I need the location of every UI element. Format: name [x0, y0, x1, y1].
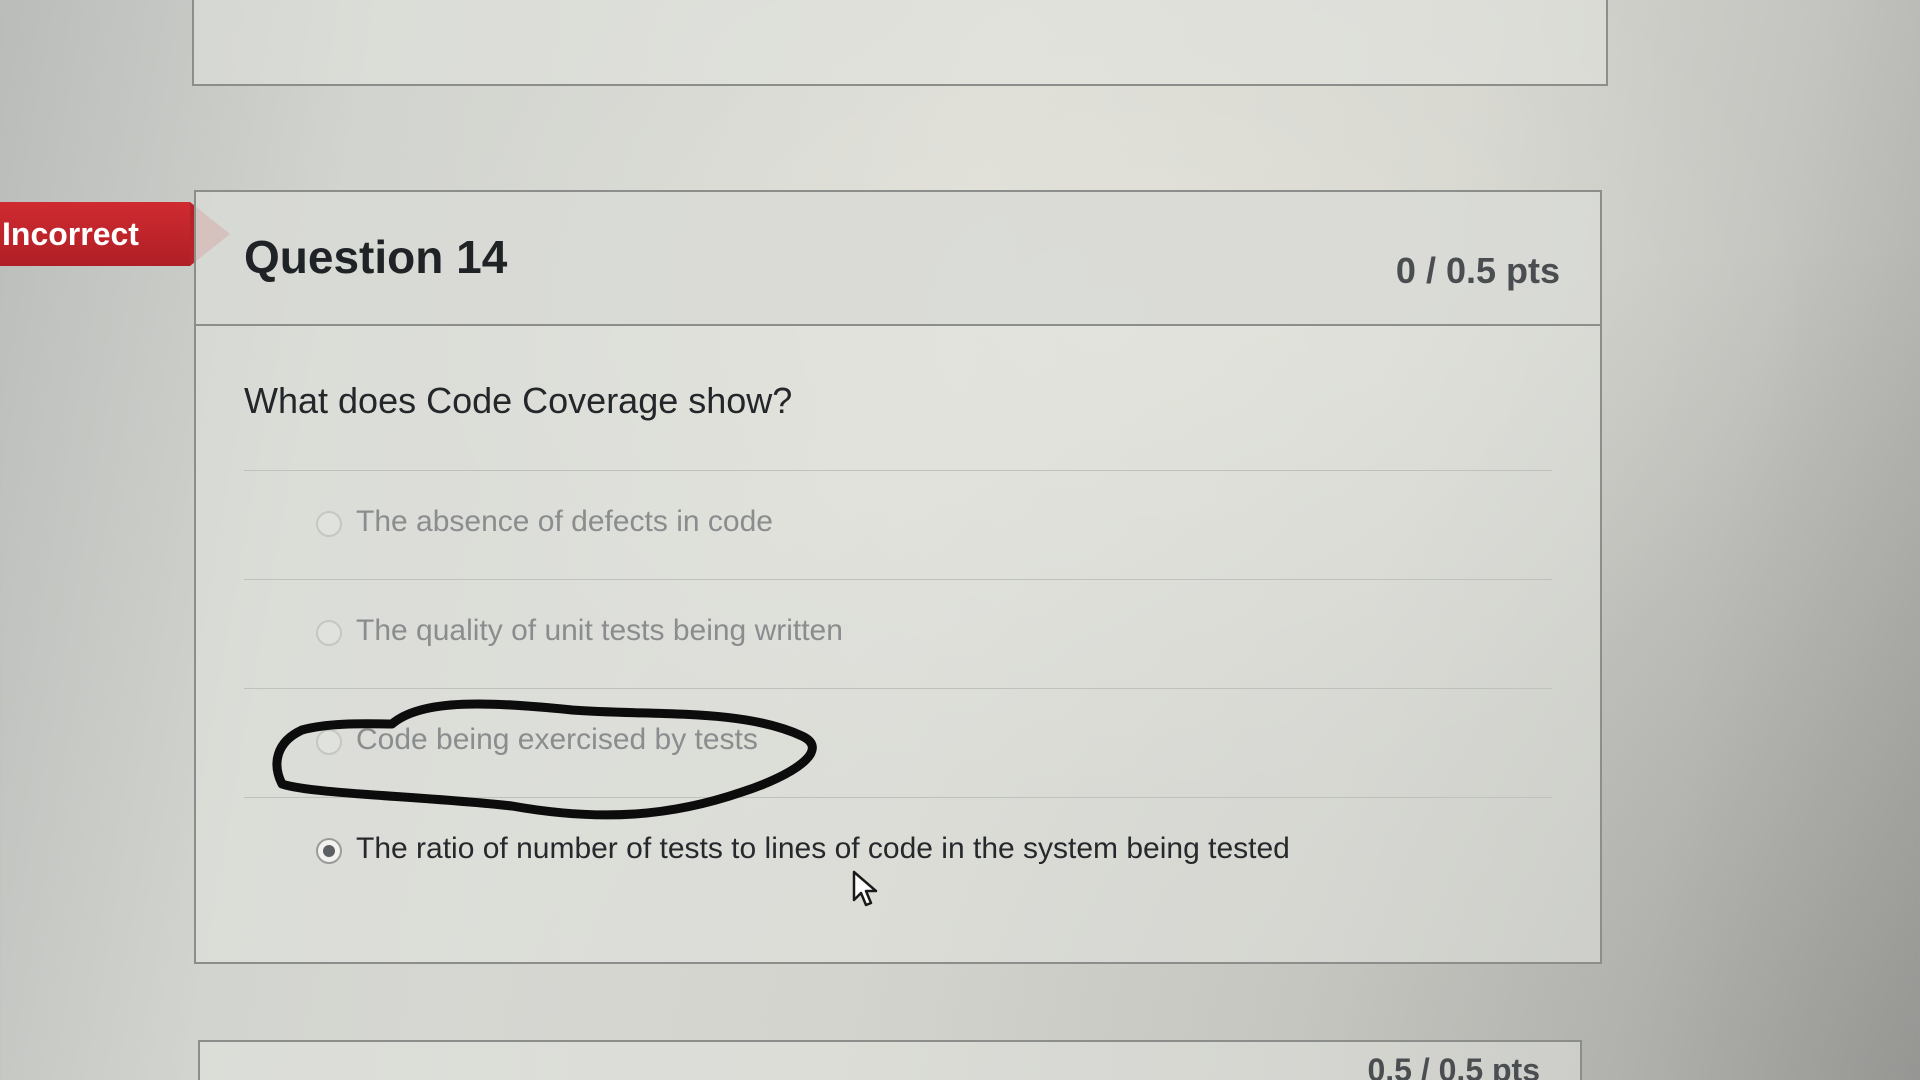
question-header: Question 14 0 / 0.5 pts	[196, 192, 1600, 326]
next-question-card: 0.5 / 0.5 pts	[198, 1040, 1582, 1080]
answer-list: The absence of defects in code The quali…	[244, 470, 1552, 906]
answer-option-selected[interactable]: The ratio of number of tests to lines of…	[244, 797, 1552, 906]
radio-button[interactable]	[316, 620, 342, 646]
next-question-points: 0.5 / 0.5 pts	[1367, 1052, 1540, 1080]
radio-button[interactable]	[316, 729, 342, 755]
mouse-pointer-icon	[852, 870, 878, 907]
answer-label: The absence of defects in code	[356, 505, 773, 538]
previous-question-card	[192, 0, 1608, 86]
answer-label: Code being exercised by tests	[356, 723, 758, 756]
answer-option[interactable]: The absence of defects in code	[244, 470, 1552, 579]
answer-option[interactable]: The quality of unit tests being written	[244, 579, 1552, 688]
answer-label: The ratio of number of tests to lines of…	[356, 832, 1290, 865]
question-title: Question 14	[244, 231, 508, 283]
incorrect-badge: Incorrect	[0, 202, 230, 266]
radio-button-selected[interactable]	[316, 838, 342, 864]
answer-option[interactable]: Code being exercised by tests	[244, 688, 1552, 797]
answer-label: The quality of unit tests being written	[356, 614, 843, 647]
question-text: What does Code Coverage show?	[244, 380, 793, 421]
question-points: 0 / 0.5 pts	[1395, 250, 1560, 291]
question-card: Question 14 0 / 0.5 pts What does Code C…	[194, 190, 1602, 964]
radio-button[interactable]	[316, 511, 342, 537]
